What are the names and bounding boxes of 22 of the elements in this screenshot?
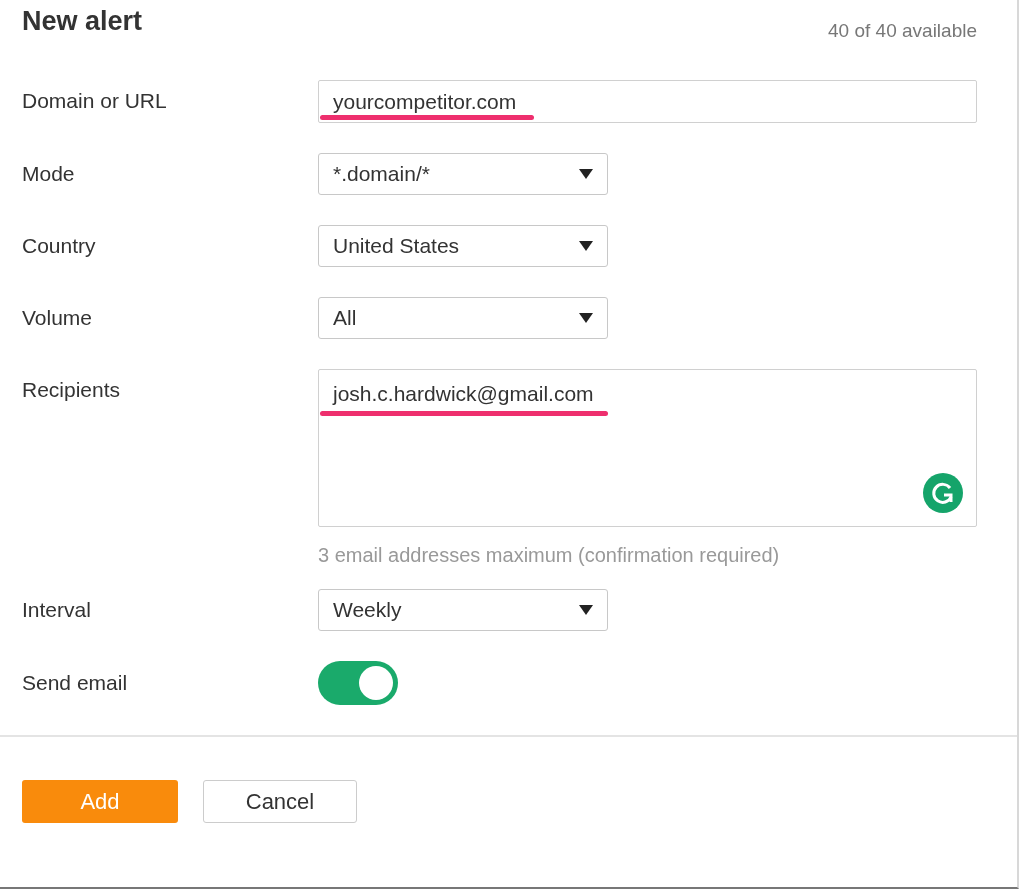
hint-text: 3 email addresses maximum (confirmation required) (318, 544, 781, 567)
caret-icon (579, 605, 593, 615)
dropdown[interactable]: United States (318, 225, 608, 267)
field-label: Country (22, 233, 97, 259)
field-label: Interval (22, 597, 92, 623)
field-label: Volume (22, 305, 94, 331)
field-label: Recipients (22, 377, 122, 403)
dropdown[interactable]: All (318, 297, 608, 339)
domain-input[interactable]: yourcompetitor.com (318, 80, 977, 123)
caret-icon (579, 169, 593, 179)
toggle-switch[interactable] (318, 661, 398, 705)
dropdown[interactable]: Weekly (318, 589, 608, 631)
dropdown[interactable]: *.domain/* (318, 153, 608, 195)
field-label: Domain or URL (22, 88, 168, 114)
field-label: Send email (22, 670, 129, 696)
dialog-title: New alert (22, 6, 143, 37)
caret-icon (579, 313, 593, 323)
recipients-input[interactable]: josh.c.hardwick@gmail.com (318, 369, 977, 527)
caret-icon (579, 241, 593, 251)
quota-text: 40 of 40 available (828, 20, 977, 42)
cancel-button[interactable]: Cancel (203, 780, 357, 823)
field-label: Mode (22, 161, 76, 187)
